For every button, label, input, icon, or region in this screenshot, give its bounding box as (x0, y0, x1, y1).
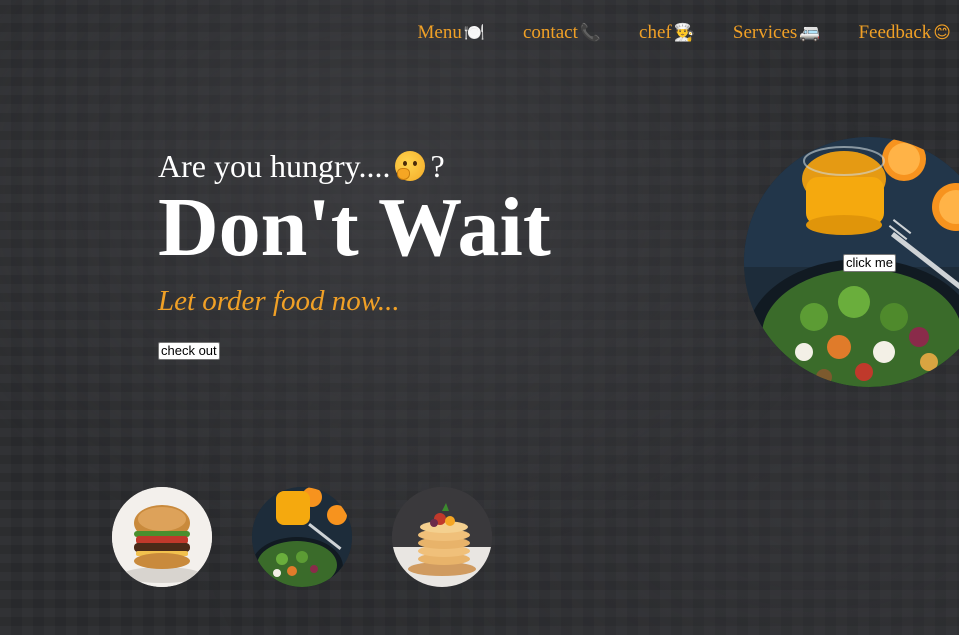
checkout-button[interactable]: check out (158, 342, 220, 360)
hero-question-text: Are you hungry.... (158, 147, 391, 184)
hero-question-mark: ? (430, 147, 445, 184)
hero-section: Are you hungry.... ? Don't Wait Let orde… (158, 146, 551, 318)
nav-item-label: contact (523, 22, 578, 43)
salad-thumbnail (252, 487, 352, 587)
nav-item-label: Menu (417, 22, 462, 43)
click-me-button[interactable]: click me (843, 254, 896, 272)
nav-item-label: Feedback (858, 22, 932, 43)
nav-item-menu[interactable]: Menu 🍽️ (418, 22, 486, 44)
burger-thumbnail (112, 487, 212, 587)
hero-tagline: Let order food now... (158, 285, 400, 317)
nav-item-label: Services (732, 22, 798, 43)
van-icon: 🚐 (799, 23, 821, 43)
hero-question: Are you hungry.... ? (158, 146, 551, 186)
nav-item-services[interactable]: Services 🚐 (733, 22, 821, 44)
chef-icon: 👨‍🍳 (673, 23, 695, 43)
nav-item-chef[interactable]: chef 👨‍🍳 (639, 22, 695, 44)
hero-headline: Don't Wait (158, 181, 551, 274)
smiley-icon: 😊 (933, 23, 951, 43)
thinking-face-icon (394, 151, 425, 181)
plate-icon: 🍽️ (463, 23, 485, 43)
pancake-thumbnail (392, 487, 492, 587)
nav-item-feedback[interactable]: Feedback 😊 (858, 22, 951, 44)
nav-item-label: chef (639, 22, 672, 43)
nav-item-contact[interactable]: contact 📞 (523, 22, 601, 44)
phone-icon: 📞 (579, 23, 602, 43)
top-nav: Menu 🍽️ contact 📞 chef 👨‍🍳 Services 🚐 Fe… (380, 22, 952, 44)
